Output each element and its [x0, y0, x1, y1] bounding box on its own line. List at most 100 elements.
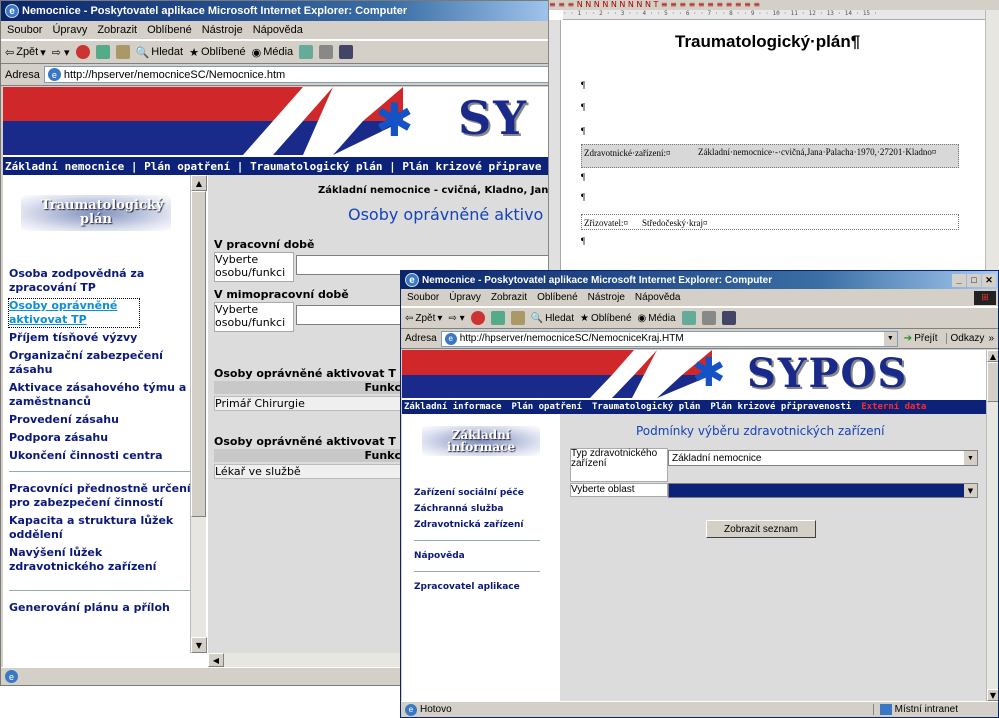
search-button[interactable]: 🔍 Hledat: [531, 313, 574, 324]
sidebar-item-organizacni-zabezpeceni[interactable]: Organizační zabezpečení zásahu: [9, 349, 195, 377]
scroll-thumb[interactable]: [987, 362, 998, 402]
area-label: Vyberte oblast: [570, 483, 668, 497]
menu-oblibene[interactable]: Oblíbené: [147, 24, 192, 36]
menu-napoveda[interactable]: Nápověda: [253, 24, 303, 36]
nav-externi-data[interactable]: Externí data: [861, 402, 926, 412]
history-icon[interactable]: [681, 311, 696, 325]
favorites-button[interactable]: ★ Oblíbené: [189, 46, 246, 59]
sidebar-item-prijem-tisnove-vyzvy[interactable]: Příjem tísňové výzvy: [9, 331, 195, 345]
back-arrow-icon: ⇦: [405, 312, 414, 324]
close-button[interactable]: ✕: [982, 273, 996, 287]
front-address-input[interactable]: e http://hpserver/nemocniceSC/NemocniceK…: [440, 330, 898, 347]
area-dropdown-icon[interactable]: ▼: [964, 484, 977, 497]
home-icon[interactable]: [115, 45, 130, 59]
minimize-button[interactable]: _: [952, 273, 966, 287]
refresh-icon[interactable]: [95, 45, 110, 59]
forward-arrow-icon[interactable]: ⇨ ▾: [448, 313, 464, 324]
stop-icon[interactable]: [75, 45, 90, 59]
menu-zobrazit[interactable]: Zobrazit: [97, 24, 137, 36]
sidebar-item-generovani[interactable]: Generování plánu a příloh: [9, 601, 195, 615]
print-icon[interactable]: [721, 311, 736, 325]
nav-plan-krizove[interactable]: Plán krizové připravenosti: [710, 402, 851, 412]
word-vscrollbar[interactable]: [985, 10, 999, 270]
sidebar-item-provedeni-zasahu[interactable]: Provedení zásahu: [9, 413, 195, 427]
media-button[interactable]: ◉ Média: [252, 46, 294, 59]
favorites-button[interactable]: ★ Oblíbené: [580, 313, 632, 324]
front-menubar: Soubor Úpravy Zobrazit Oblíbené Nástroje…: [401, 289, 998, 307]
search-button[interactable]: 🔍 Hledat: [136, 46, 184, 59]
mail-icon[interactable]: [319, 45, 334, 59]
sidebar-item-zpracovatel[interactable]: Zpracovatel aplikace: [414, 580, 554, 594]
menu-upravy[interactable]: Úpravy: [52, 24, 87, 36]
front-window-titlebar[interactable]: e Nemocnice - Poskytovatel aplikace Micr…: [401, 271, 998, 289]
nav-plan-krizove[interactable]: Plán krizové připrave: [402, 160, 541, 173]
forward-arrow-icon[interactable]: ⇨ ▾: [52, 46, 70, 59]
sidebar-item-pracovnici[interactable]: Pracovníci přednostně určení pro zabezpe…: [9, 482, 195, 510]
nav-plan-opatreni[interactable]: Plán opatření: [144, 160, 230, 173]
links-chevron-icon[interactable]: »: [988, 333, 994, 344]
area-select[interactable]: ▼: [668, 483, 978, 498]
sidebar-item-osoby-opravnene[interactable]: Osoby oprávněné aktivovat TP: [8, 298, 140, 328]
front-status-bar: e Hotovo Místní intranet: [401, 701, 998, 717]
maximize-button[interactable]: □: [967, 273, 981, 287]
print-icon[interactable]: [339, 45, 354, 59]
back-button[interactable]: ⇦ Zpět ▾: [5, 46, 46, 59]
sidebar-item-aktivace-tymu[interactable]: Aktivace zásahového týmu a zaměstnanců: [9, 381, 195, 409]
row1-value: Základní·nemocnice·-·cvičná,Jana·Palacha…: [698, 147, 937, 157]
nav-traumatologicky-plan[interactable]: Traumatologický plán: [592, 402, 700, 412]
sidebar-item-ukonceni-cinnosti[interactable]: Ukončení činnosti centra: [9, 449, 195, 463]
nav-plan-opatreni[interactable]: Plán opatření: [512, 402, 582, 412]
scroll-up-arrow-icon[interactable]: ▲: [191, 175, 207, 191]
refresh-icon[interactable]: [490, 311, 505, 325]
menu-zobrazit[interactable]: Zobrazit: [491, 292, 527, 303]
ie-icon: e: [405, 273, 419, 287]
sidebar-item-napoveda[interactable]: Nápověda: [414, 549, 554, 563]
links-button[interactable]: Odkazy: [945, 333, 984, 344]
front-vscrollbar[interactable]: ▲ ▼: [986, 350, 998, 701]
status-text: Hotovo: [420, 704, 452, 715]
menu-upravy[interactable]: Úpravy: [449, 292, 481, 303]
favorites-icon: ★: [579, 312, 589, 324]
nav-zakladni-nemocnice[interactable]: Základní nemocnice: [5, 160, 124, 173]
menu-nastroje[interactable]: Nástroje: [588, 292, 625, 303]
scroll-down-arrow-icon[interactable]: ▼: [987, 689, 998, 701]
stop-icon[interactable]: [470, 311, 485, 325]
menu-soubor[interactable]: Soubor: [7, 24, 42, 36]
scroll-thumb[interactable]: [191, 191, 206, 517]
menu-nastroje[interactable]: Nástroje: [202, 24, 243, 36]
back-button[interactable]: ⇦ Zpět ▾: [405, 313, 442, 324]
sidebar-item-zdravotnicka-zarizeni[interactable]: Zdravotnická zařízení: [414, 518, 554, 532]
menu-soubor[interactable]: Soubor: [407, 292, 439, 303]
sidebar-item-navyseni-luzek[interactable]: Navýšení lůžek zdravotnického zařízení: [9, 546, 195, 574]
sidebar-scrollbar[interactable]: ▲ ▼: [190, 175, 207, 653]
scroll-up-arrow-icon[interactable]: ▲: [987, 350, 998, 362]
sidebar-item-podpora-zasahu[interactable]: Podpora zásahu: [9, 431, 195, 445]
sidebar-item-zachranna-sluzba[interactable]: Záchranná služba: [414, 502, 554, 516]
menu-napoveda[interactable]: Nápověda: [635, 292, 681, 303]
sidebar-item-kapacita-luzek[interactable]: Kapacita a struktura lůžek oddělení: [9, 514, 195, 542]
show-list-button[interactable]: Zobrazit seznam: [706, 520, 816, 538]
pilcrow-5: ¶: [581, 192, 586, 202]
sidebar-item-socialni-pece[interactable]: Zařízení sociální péče: [414, 486, 554, 500]
menu-oblibene[interactable]: Oblíbené: [537, 292, 578, 303]
mail-icon[interactable]: [701, 311, 716, 325]
type-dropdown-icon[interactable]: ▼: [964, 451, 977, 465]
scroll-down-arrow-icon[interactable]: ▼: [191, 637, 207, 653]
section1-heading: Osoby oprávněné aktivovat T: [214, 367, 396, 380]
back-address-input[interactable]: e http://hpserver/nemocniceSC/Nemocnice.…: [43, 66, 559, 83]
type-select[interactable]: Základní nemocnice ▼: [668, 450, 978, 466]
sidebar-item-osoba-zodpovedna[interactable]: Osoba zodpovědná za zpracování TP: [9, 267, 195, 295]
word-format-toolbar: ≡ ≡ ≡ Ν Ν Ν Ν Ν Ν Ν Ν Ν Τ ≡ ≡ ≡ ≡ ≡ ≡ ≡ …: [549, 0, 999, 10]
history-icon[interactable]: [299, 45, 314, 59]
go-button[interactable]: ➔ Přejít: [904, 333, 938, 344]
address-dropdown-icon[interactable]: ▼: [883, 331, 897, 346]
back-window-titlebar[interactable]: e Nemocnice - Poskytovatel aplikace Micr…: [1, 1, 559, 21]
address-label: Adresa: [405, 333, 437, 344]
nav-zakladni-informace[interactable]: Základní informace: [404, 402, 502, 412]
scroll-left-arrow-icon[interactable]: ◀: [208, 653, 224, 667]
home-icon[interactable]: [510, 311, 525, 325]
back-arrow-icon: ⇦: [5, 46, 15, 59]
word-table-row1: Zdravotnické·zařízení:¤ Základní·nemocni…: [581, 144, 959, 168]
nav-traumatologicky-plan[interactable]: Traumatologický plán: [250, 160, 382, 173]
media-button[interactable]: ◉ Média: [638, 313, 676, 324]
